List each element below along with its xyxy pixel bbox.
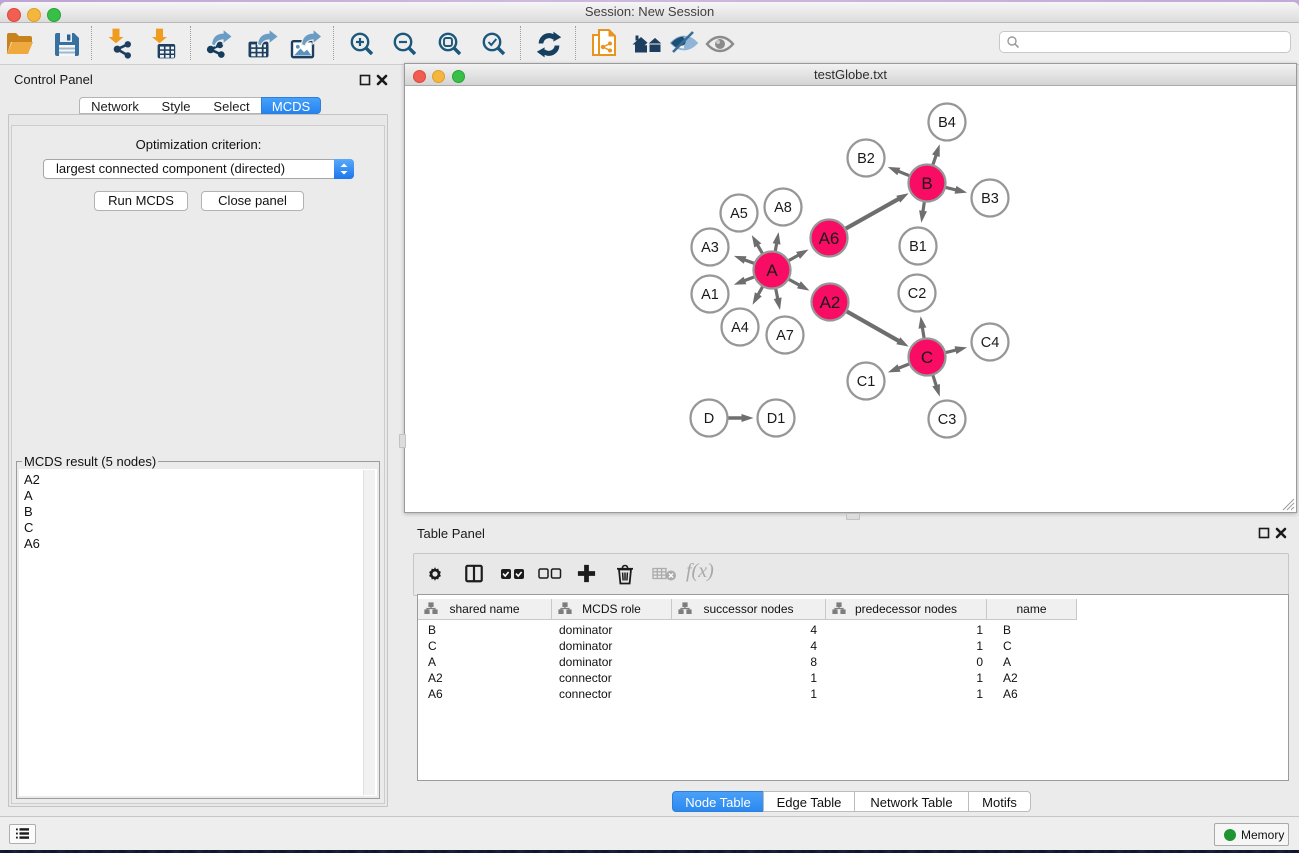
svg-text:B1: B1 [909,239,927,255]
svg-text:C: C [921,348,933,367]
svg-text:A6: A6 [819,229,840,248]
svg-text:D: D [704,411,714,427]
svg-text:A7: A7 [776,328,794,344]
svg-text:B: B [921,174,932,193]
svg-text:C4: C4 [981,335,1000,351]
svg-text:B2: B2 [857,151,875,167]
svg-text:D1: D1 [767,411,786,427]
svg-text:B3: B3 [981,191,999,207]
svg-text:C2: C2 [908,286,927,302]
svg-text:A3: A3 [701,240,719,256]
svg-text:A: A [766,261,778,280]
svg-text:C1: C1 [857,374,876,390]
svg-text:C3: C3 [938,412,957,428]
svg-text:A8: A8 [774,200,792,216]
svg-text:B4: B4 [938,115,956,131]
svg-text:A2: A2 [820,293,841,312]
svg-text:A1: A1 [701,287,719,303]
svg-text:A4: A4 [731,320,749,336]
svg-text:A5: A5 [730,206,748,222]
